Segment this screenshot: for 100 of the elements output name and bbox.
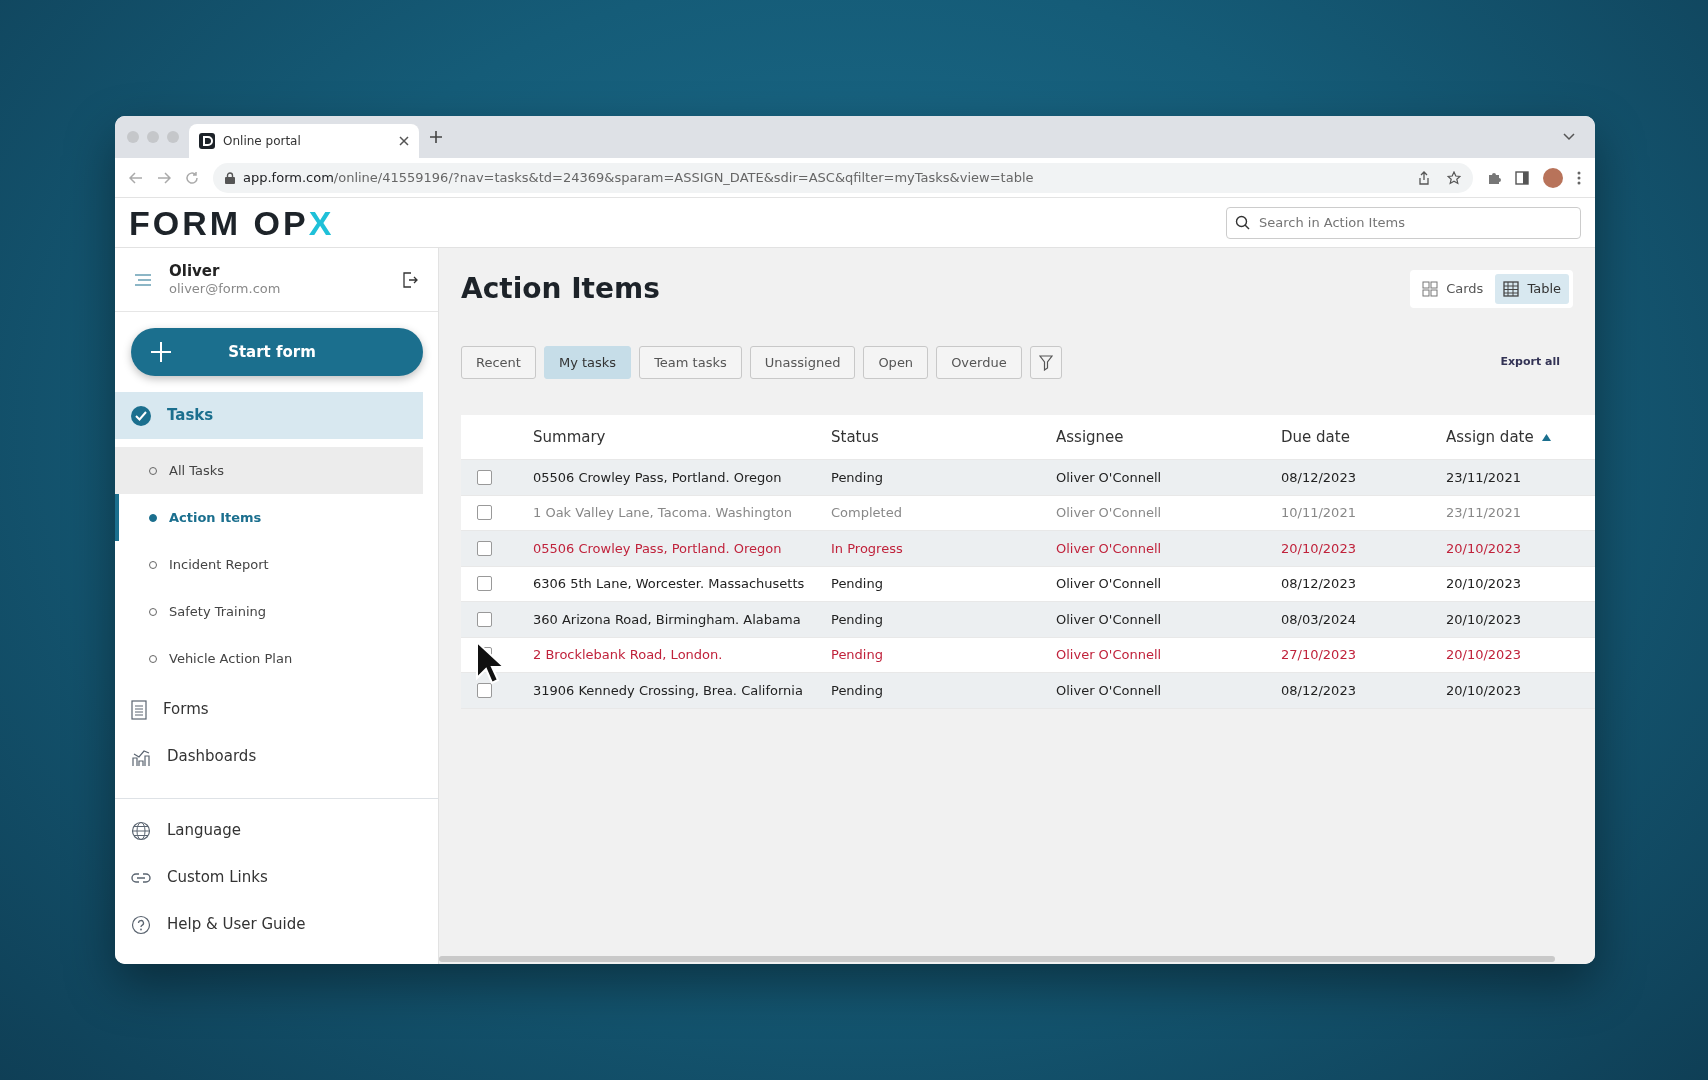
- table-cell-text: 20/10/2023: [1281, 539, 1357, 558]
- row-checkbox[interactable]: [477, 611, 492, 627]
- table-cell-text: Oliver O'Connell: [1056, 504, 1163, 522]
- filter-tab[interactable]: Recent: [461, 345, 536, 379]
- sidebar-item[interactable]: Custom Links: [115, 854, 423, 901]
- table-cell-text: 08/12/2023: [1281, 681, 1357, 700]
- link-icon: [131, 871, 151, 884]
- table-cell-text: Oliver O'Connell: [1056, 468, 1163, 487]
- column-header[interactable]: Assignee: [1056, 425, 1281, 449]
- bullet-icon: [149, 513, 157, 522]
- share-icon[interactable]: [1417, 170, 1431, 185]
- check-circle-icon: [131, 405, 151, 426]
- forward-icon[interactable]: [157, 170, 171, 185]
- star-icon[interactable]: [1447, 170, 1461, 185]
- sidebar-subitem[interactable]: Vehicle Action Plan: [115, 635, 423, 682]
- browser-tab[interactable]: Online portal: [189, 124, 419, 158]
- table-cell-text: 20/10/2023: [1446, 610, 1522, 629]
- table-cell-text: 20/10/2023: [1446, 539, 1522, 558]
- user-email: oliver@form.com: [169, 280, 282, 297]
- sidebar-item[interactable]: Language: [115, 807, 423, 854]
- plus-icon: [151, 342, 171, 362]
- table-cell-text: 23/11/2021: [1446, 468, 1522, 487]
- table-cell-text: 08/03/2024: [1281, 610, 1357, 629]
- table-cell-text: 08/12/2023: [1281, 575, 1357, 593]
- close-icon[interactable]: [399, 136, 409, 146]
- table-cell-text: Pending: [831, 610, 884, 629]
- table-cell-text: 31906 Kennedy Crossing, Brea. California: [533, 681, 804, 700]
- table-cell-text: In Progress: [831, 539, 904, 558]
- table-cell-text: 08/12/2023: [1281, 468, 1357, 487]
- table-cell-text: Oliver O'Connell: [1056, 575, 1163, 593]
- grid-icon: [1422, 280, 1439, 297]
- help-icon: [131, 914, 151, 935]
- row-checkbox[interactable]: [477, 682, 492, 698]
- chevron-down-icon[interactable]: [1563, 133, 1575, 141]
- filter-tab[interactable]: Unassigned: [749, 345, 856, 379]
- table-cell-text: Completed: [831, 504, 903, 522]
- table-cell-text: 23/11/2021: [1446, 504, 1522, 522]
- table-cell-text: 6306 5th Lane, Worcester. Massachusetts: [533, 575, 806, 593]
- row-checkbox[interactable]: [477, 469, 492, 485]
- export-all-link[interactable]: Export all: [1500, 354, 1560, 371]
- table-cell-text: Pending: [831, 575, 884, 593]
- filter-button[interactable]: [1029, 345, 1062, 379]
- table-cell-text: 20/10/2023: [1446, 646, 1522, 664]
- sign-out-icon[interactable]: [402, 271, 418, 288]
- sidebar-item[interactable]: Help & User Guide: [115, 901, 423, 948]
- sidebar-item[interactable]: Dashboards: [115, 733, 423, 780]
- puzzle-icon[interactable]: [1487, 170, 1501, 185]
- sidebar-subitem[interactable]: Safety Training: [115, 588, 423, 635]
- sidebar-subitem[interactable]: All Tasks: [115, 447, 423, 494]
- kebab-menu-icon[interactable]: [1577, 170, 1581, 185]
- document-list-icon: [131, 699, 147, 720]
- row-checkbox[interactable]: [477, 505, 492, 521]
- filter-tab[interactable]: Team tasks: [639, 345, 742, 379]
- reload-icon[interactable]: [185, 170, 199, 185]
- tab-title: Online portal: [223, 133, 302, 150]
- table-cell-text: Oliver O'Connell: [1056, 646, 1163, 664]
- sidebar-subitem[interactable]: Incident Report: [115, 541, 423, 588]
- app-logo: FORM OPX: [129, 205, 335, 240]
- table-cell-text: 05506 Crowley Pass, Portland. Oregon: [533, 539, 783, 558]
- column-header[interactable]: Summary: [533, 425, 831, 449]
- back-icon[interactable]: [129, 170, 143, 185]
- globe-icon: [131, 820, 151, 841]
- sidebar-item[interactable]: Tasks: [115, 392, 423, 439]
- filter-tab[interactable]: My tasks: [543, 345, 632, 379]
- page-title: Action Items: [461, 271, 660, 306]
- search-field[interactable]: Search in Action Items: [1226, 206, 1581, 239]
- sidebar-item[interactable]: Forms: [115, 686, 423, 733]
- sidebar-panel-icon[interactable]: [1515, 170, 1529, 185]
- view-toggle-button[interactable]: Cards: [1414, 274, 1492, 304]
- view-toggle-button[interactable]: Table: [1495, 274, 1569, 304]
- lock-icon: [225, 171, 235, 184]
- table-cell-text: Pending: [831, 468, 884, 487]
- filter-tab[interactable]: Overdue: [936, 345, 1022, 379]
- table-cell-text: Oliver O'Connell: [1056, 610, 1163, 629]
- table-cell-text: Pending: [831, 646, 884, 664]
- sidebar-subitem[interactable]: Action Items: [115, 494, 423, 541]
- scrollbar[interactable]: [439, 956, 1555, 962]
- column-header[interactable]: Status: [831, 425, 1056, 449]
- table-cell-text: 360 Arizona Road, Birmingham. Alabama: [533, 610, 802, 629]
- table-cell-text: 20/10/2023: [1446, 681, 1522, 700]
- avatar-icon[interactable]: [1543, 167, 1563, 188]
- new-tab-icon[interactable]: [429, 130, 443, 144]
- filter-tab[interactable]: Open: [863, 345, 929, 379]
- table-icon: [1503, 280, 1520, 297]
- table-cell-text: 20/10/2023: [1446, 575, 1522, 593]
- table-cell-text: 05506 Crowley Pass, Portland. Oregon: [533, 468, 783, 487]
- row-checkbox[interactable]: [477, 540, 492, 556]
- table-cell-text: 2 Brocklebank Road, London.: [533, 646, 724, 664]
- funnel-icon: [1038, 355, 1053, 371]
- table-cell-text: Oliver O'Connell: [1056, 681, 1163, 700]
- site-favicon-icon: [199, 133, 215, 149]
- table-cell-text: 27/10/2023: [1281, 646, 1357, 664]
- table-cell-text: Oliver O'Connell: [1056, 539, 1163, 558]
- table-cell-text: Pending: [831, 681, 884, 700]
- column-header[interactable]: Assign date: [1446, 425, 1595, 449]
- menu-icon[interactable]: [135, 273, 151, 286]
- row-checkbox[interactable]: [477, 576, 492, 592]
- table-cell-text: 1 Oak Valley Lane, Tacoma. Washington: [533, 504, 794, 522]
- start-form-button[interactable]: Start form: [131, 328, 423, 376]
- column-header[interactable]: Due date: [1281, 425, 1446, 449]
